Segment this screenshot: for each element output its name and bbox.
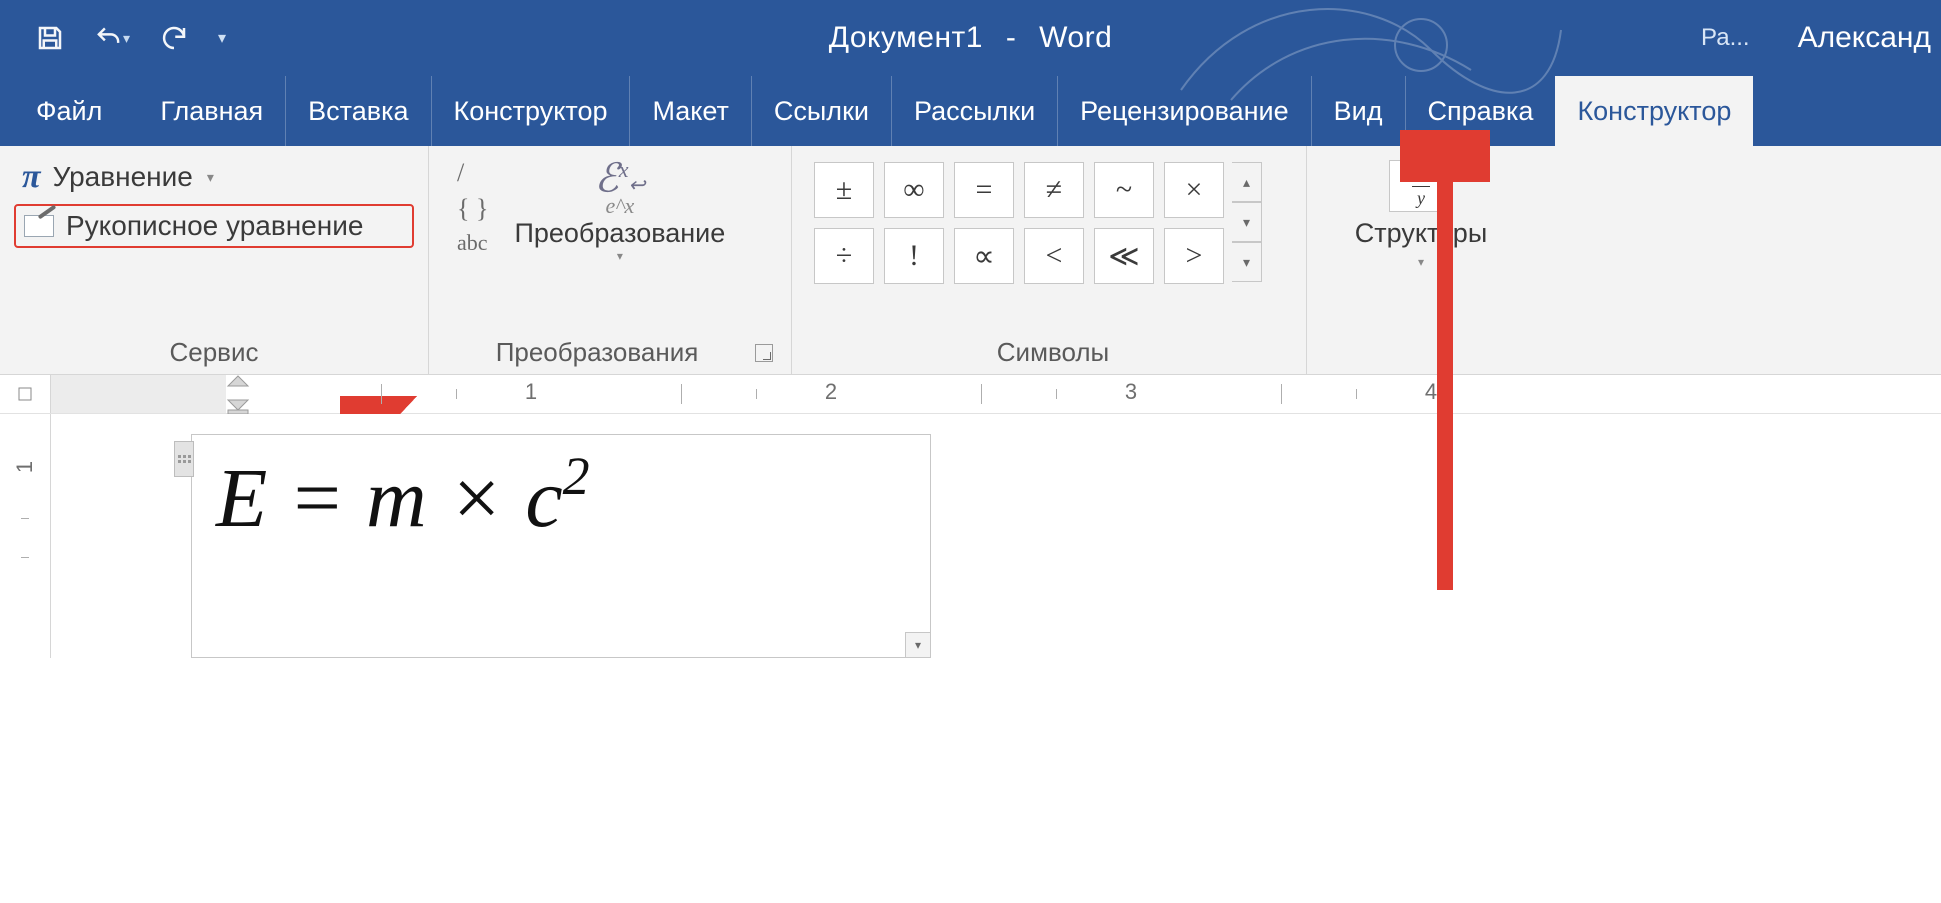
pi-icon: π — [22, 158, 41, 196]
user-name[interactable]: Александ — [1774, 21, 1941, 55]
symbol-proportional[interactable]: ∝ — [954, 228, 1014, 284]
app-name: Word — [1039, 21, 1112, 54]
conversion-format-buttons: / { } abc — [457, 160, 488, 254]
quick-access-toolbar: ▾ ▾ — [0, 20, 226, 56]
ink-equation-button[interactable]: Рукописное уравнение — [14, 204, 414, 248]
gallery-scroll-down-icon[interactable]: ▾ — [1232, 202, 1262, 242]
gallery-scroll-up-icon[interactable]: ▴ — [1232, 162, 1262, 202]
tab-design[interactable]: Конструктор — [432, 76, 631, 146]
equation-move-handle[interactable] — [174, 441, 194, 477]
save-button[interactable] — [32, 20, 68, 56]
tab-insert[interactable]: Вставка — [286, 76, 431, 146]
dropdown-icon: ▾ — [617, 249, 623, 263]
ribbon-group-tools: π Уравнение ▾ Рукописное уравнение Серви… — [0, 146, 429, 374]
ink-equation-label: Рукописное уравнение — [66, 210, 363, 242]
symbol-less-than[interactable]: < — [1024, 228, 1084, 284]
convert-icon: ℰx↩ e^x — [595, 160, 646, 216]
undo-dropdown-icon[interactable]: ▾ — [123, 30, 130, 47]
indent-markers[interactable] — [226, 374, 250, 414]
symbol-plus-minus[interactable]: ± — [814, 162, 874, 218]
tab-home[interactable]: Главная — [138, 76, 286, 146]
document-page[interactable]: E = m × c2 ▾ — [51, 414, 1941, 658]
equation-placeholder[interactable]: E = m × c2 ▾ — [191, 434, 931, 658]
ink-equation-icon — [24, 215, 54, 237]
group-label-conversions: Преобразования — [447, 337, 747, 368]
symbol-not-equal[interactable]: ≠ — [1024, 162, 1084, 218]
tab-view[interactable]: Вид — [1312, 76, 1406, 146]
group-label-tools: Сервис — [14, 337, 414, 374]
dialog-launcher-icon[interactable] — [755, 344, 773, 362]
fraction-structure-button[interactable]: xy Структуры ▾ — [1355, 154, 1487, 269]
tab-equation-design[interactable]: Конструктор — [1555, 76, 1753, 146]
undo-button[interactable]: ▾ — [94, 20, 130, 56]
symbols-grid: ± ∞ = ≠ ~ × ÷ ! ∝ < ≪ > — [814, 162, 1224, 284]
unicode-linear-button[interactable]: / — [457, 160, 488, 186]
redo-button[interactable] — [156, 20, 192, 56]
equation-content[interactable]: E = m × c2 — [216, 452, 590, 545]
symbol-tilde[interactable]: ~ — [1094, 162, 1154, 218]
equation-gallery-button[interactable]: π Уравнение ▾ — [14, 154, 414, 200]
ruler-number: 2 — [825, 379, 837, 405]
plain-text-button[interactable]: abc — [457, 232, 488, 254]
title-bar-right: Ра... Александ — [1677, 0, 1941, 76]
group-label-symbols: Символы — [814, 337, 1292, 374]
symbol-much-less[interactable]: ≪ — [1094, 228, 1154, 284]
dropdown-icon: ▾ — [1418, 255, 1424, 269]
title-bar: ▾ ▾ Документ1 - Word Ра... Александ — [0, 0, 1941, 76]
tab-references[interactable]: Ссылки — [752, 76, 892, 146]
vertical-ruler[interactable]: 1 — [0, 414, 51, 658]
title-separator: - — [992, 21, 1031, 54]
ribbon-tabs: Файл Главная Вставка Конструктор Макет С… — [0, 76, 1941, 146]
tab-mailings[interactable]: Рассылки — [892, 76, 1058, 146]
symbol-greater-than[interactable]: > — [1164, 228, 1224, 284]
ruler-corner[interactable] — [0, 375, 51, 413]
tab-layout[interactable]: Макет — [630, 76, 751, 146]
v-ruler-number: 1 — [12, 461, 38, 473]
qat-customize-icon[interactable]: ▾ — [218, 28, 226, 48]
ribbon-group-conversions: / { } abc ℰx↩ e^x Преобразование ▾ Преоб… — [429, 146, 792, 374]
equation-base: E = m × c — [216, 452, 563, 545]
ruler-row: 1 2 3 4 — [0, 375, 1941, 414]
fraction-icon: xy — [1389, 160, 1453, 212]
ruler-number: 4 — [1425, 379, 1437, 405]
equation-gallery-label: Уравнение — [53, 161, 193, 193]
tab-help[interactable]: Справка — [1406, 76, 1556, 146]
structures-label: Структуры — [1355, 218, 1487, 249]
convert-button[interactable]: ℰx↩ e^x Преобразование ▾ — [514, 160, 725, 263]
symbol-multiply[interactable]: × — [1164, 162, 1224, 218]
symbol-equals[interactable]: = — [954, 162, 1014, 218]
tab-file[interactable]: Файл — [0, 76, 138, 146]
equation-exponent: 2 — [563, 446, 590, 506]
ribbon-group-structures: xy Структуры ▾ — [1307, 146, 1535, 374]
gallery-expand-icon[interactable]: ▾ — [1232, 242, 1262, 282]
symbol-divide[interactable]: ÷ — [814, 228, 874, 284]
v-ruler-tick — [21, 557, 29, 558]
ruler-margin-shade — [51, 375, 226, 413]
horizontal-ruler[interactable]: 1 2 3 4 — [51, 375, 1941, 413]
equation-options-dropdown[interactable]: ▾ — [905, 632, 931, 658]
ruler-number: 3 — [1125, 379, 1137, 405]
ribbon: π Уравнение ▾ Рукописное уравнение Серви… — [0, 146, 1941, 375]
document-name: Документ1 — [829, 21, 983, 54]
symbol-factorial[interactable]: ! — [884, 228, 944, 284]
convert-label: Преобразование — [514, 218, 725, 249]
ribbon-group-symbols: ± ∞ = ≠ ~ × ÷ ! ∝ < ≪ > ▴ ▾ ▾ Символы — [792, 146, 1307, 374]
symbols-gallery-scroll: ▴ ▾ ▾ — [1232, 162, 1262, 282]
contextual-tab-group-label: Ра... — [1677, 0, 1774, 76]
latex-linear-button[interactable]: { } — [457, 196, 488, 222]
window-title: Документ1 - Word — [829, 21, 1113, 55]
v-ruler-tick — [21, 518, 29, 519]
tab-review[interactable]: Рецензирование — [1058, 76, 1312, 146]
workspace: 1 E = m × c2 ▾ — [0, 414, 1941, 658]
dropdown-icon: ▾ — [207, 169, 214, 186]
symbol-infinity[interactable]: ∞ — [884, 162, 944, 218]
ruler-number: 1 — [525, 379, 537, 405]
